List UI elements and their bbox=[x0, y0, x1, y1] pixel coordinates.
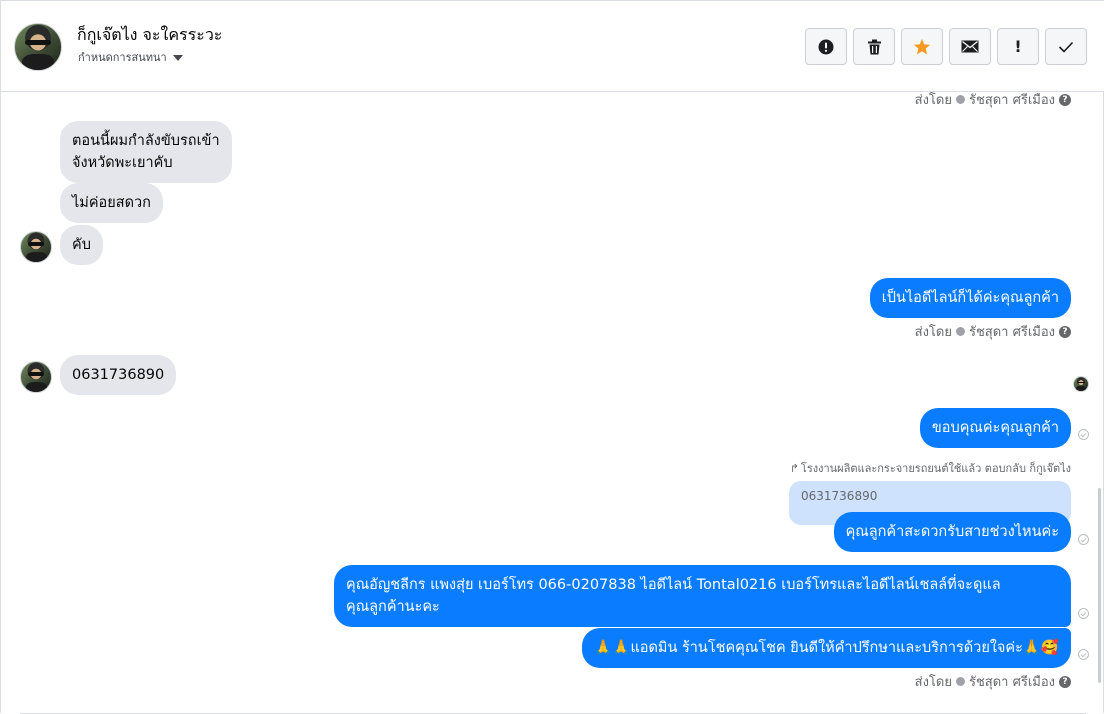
sent-check-icon bbox=[1078, 649, 1089, 660]
outgoing-message[interactable]: ขอบคุณค่ะคุณลูกค้า bbox=[919, 408, 1071, 448]
mark-spam-button[interactable] bbox=[805, 28, 847, 65]
incoming-message[interactable]: ตอนนี้ผมกำลังขับรถเข้า จังหวัดพะเยาคับ bbox=[60, 121, 232, 183]
incoming-message[interactable]: คับ bbox=[60, 225, 103, 265]
incoming-message[interactable]: ไม่ค่อยสดวก bbox=[60, 183, 163, 223]
envelope-icon bbox=[961, 40, 979, 53]
sent-by-line: ส่งโดย รัชสุดา ศรีเมือง ? bbox=[915, 671, 1071, 692]
help-icon[interactable]: ? bbox=[1059, 675, 1071, 688]
mark-unread-button[interactable] bbox=[949, 28, 991, 65]
sent-check-icon bbox=[1078, 429, 1089, 440]
agent-name[interactable]: รัชสุดา ศรีเมือง bbox=[969, 671, 1055, 692]
contact-name[interactable]: ก็กูเจ๊ตไง จะใครระวะ bbox=[77, 23, 222, 48]
outgoing-message[interactable]: คุณอัญชลีกร แพงสุ่ย เบอร์โทร 066-0207838… bbox=[334, 565, 1071, 627]
agent-dot-icon bbox=[955, 677, 965, 686]
star-button[interactable] bbox=[901, 28, 943, 65]
checkmark-icon bbox=[1058, 41, 1074, 53]
seen-avatar bbox=[1073, 376, 1089, 392]
conversation-panel: ก็กูเจ๊ตไง จะใครระวะ กำหนดการสนทนา ! ส่ง… bbox=[0, 0, 1104, 714]
star-icon bbox=[913, 38, 931, 55]
agent-dot-icon bbox=[955, 95, 965, 104]
caret-down-icon bbox=[172, 54, 183, 61]
outgoing-message[interactable]: 🙏🙏แอดมิน ร้านโชคคุณโชค ยินดีให้คำปรึกษาแ… bbox=[582, 628, 1071, 668]
incoming-message[interactable]: 0631736890 bbox=[60, 355, 177, 395]
sent-check-icon bbox=[1078, 608, 1089, 619]
scrollbar[interactable] bbox=[1098, 488, 1101, 683]
delete-button[interactable] bbox=[853, 28, 895, 65]
sent-check-icon bbox=[1078, 534, 1089, 545]
help-icon[interactable]: ? bbox=[1059, 93, 1071, 106]
agent-name[interactable]: รัชสุดา ศรีเมือง bbox=[969, 321, 1055, 342]
agent-name[interactable]: รัชสุดา ศรีเมือง bbox=[969, 89, 1055, 110]
help-icon[interactable]: ? bbox=[1059, 325, 1071, 338]
header-toolbar: ! bbox=[805, 28, 1087, 65]
outgoing-message[interactable]: เป็นไอดีไลน์ก็ได้ค่ะคุณลูกค้า bbox=[869, 278, 1071, 318]
follow-up-button[interactable]: ! bbox=[997, 28, 1039, 65]
sent-by-line: ส่งโดย รัชสุดา ศรีเมือง ? bbox=[915, 89, 1071, 110]
reply-context: ↱ โรงงานผลิตและกระจายรถยนต์ใช้แล้ว ตอบกล… bbox=[789, 461, 1071, 476]
contact-avatar[interactable] bbox=[14, 23, 62, 71]
exclamation-icon: ! bbox=[1014, 37, 1022, 56]
assign-label: กำหนดการสนทนา bbox=[78, 51, 167, 64]
assign-conversation-dropdown[interactable]: กำหนดการสนทนา bbox=[78, 48, 183, 66]
alert-circle-icon bbox=[818, 39, 834, 54]
conversation-header: ก็กูเจ๊ตไง จะใครระวะ กำหนดการสนทนา ! bbox=[1, 1, 1104, 92]
sender-avatar[interactable] bbox=[20, 361, 52, 393]
mark-done-button[interactable] bbox=[1045, 28, 1087, 65]
sent-by-line: ส่งโดย รัชสุดา ศรีเมือง ? bbox=[915, 321, 1071, 342]
message-list[interactable]: ส่งโดย รัชสุดา ศรีเมือง ? ตอนนี้ผมกำลังข… bbox=[1, 92, 1104, 714]
reply-arrow-icon: ↱ bbox=[789, 461, 799, 475]
outgoing-message[interactable]: คุณลูกค้าสะดวกรับสายช่วงไหนค่ะ bbox=[833, 512, 1071, 552]
trash-icon bbox=[867, 39, 881, 54]
sender-avatar[interactable] bbox=[20, 231, 52, 263]
agent-dot-icon bbox=[955, 327, 965, 336]
